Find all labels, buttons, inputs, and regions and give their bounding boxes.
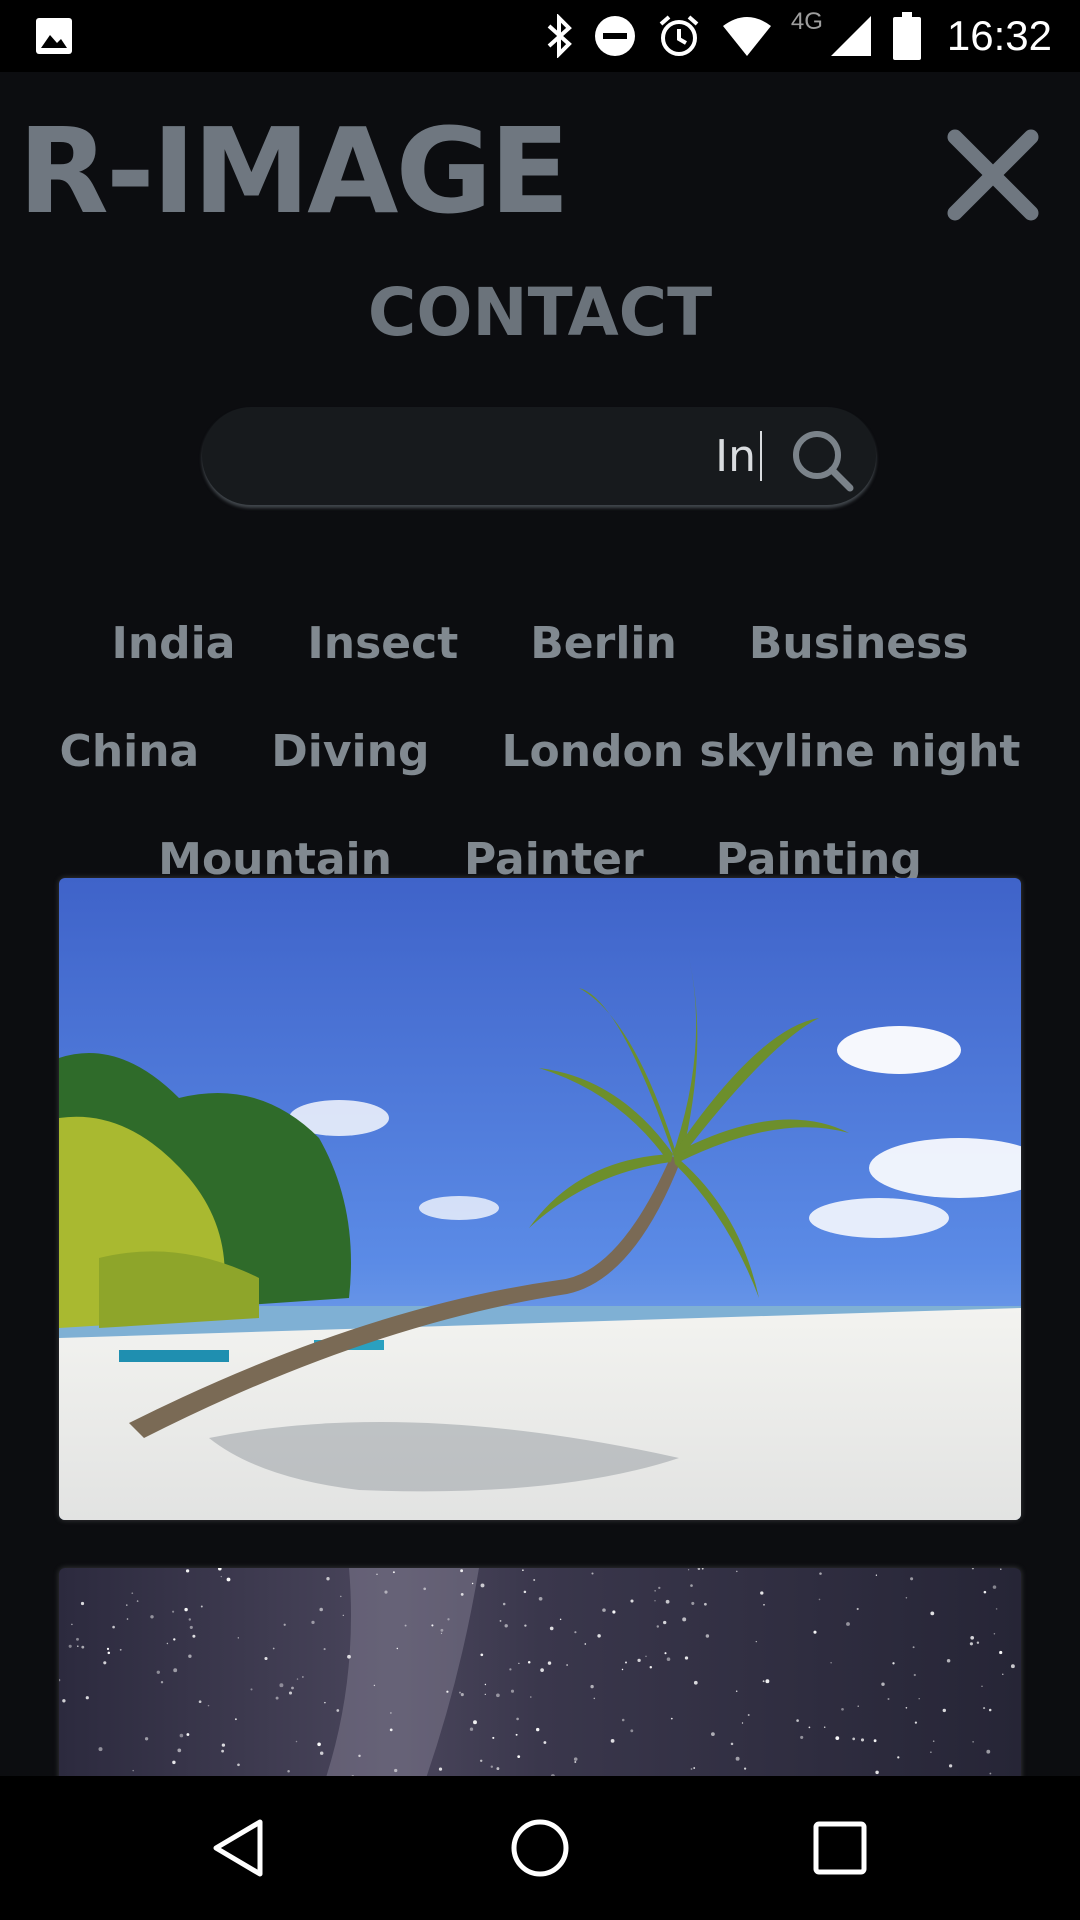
image-card-beach[interactable]: [59, 878, 1021, 1520]
beach-photo: [59, 878, 1021, 1520]
night-sky-photo: [59, 1568, 1021, 1776]
gallery-icon: [36, 18, 72, 54]
search-bar: [202, 407, 876, 505]
home-icon[interactable]: [508, 1816, 572, 1880]
signal-icon: [830, 16, 871, 56]
alarm-icon: [659, 15, 699, 56]
tag-india[interactable]: India: [111, 607, 235, 715]
image-card-night-sky[interactable]: [59, 1568, 1021, 1776]
tag-china[interactable]: China: [60, 715, 200, 823]
system-nav-bar: [0, 1776, 1080, 1920]
bluetooth-icon: [547, 14, 572, 58]
search-icon[interactable]: [787, 425, 857, 495]
network-type: 4G: [790, 8, 823, 35]
back-icon[interactable]: [208, 1816, 272, 1880]
brand-logo[interactable]: R-IMAGE: [18, 112, 570, 230]
wifi-icon: [722, 17, 771, 56]
clock: 16:32: [946, 12, 1052, 59]
battery-icon: [892, 12, 921, 60]
tag-insect[interactable]: Insect: [307, 607, 458, 715]
contact-link[interactable]: CONTACT: [0, 280, 1080, 346]
app-screen: R-IMAGE CONTACT India Insect Berlin Busi…: [0, 72, 1080, 1776]
tag-berlin[interactable]: Berlin: [530, 607, 677, 715]
tag-diving[interactable]: Diving: [271, 715, 429, 823]
tag-business[interactable]: Business: [749, 607, 969, 715]
status-bar: 4G 16:32: [0, 0, 1080, 72]
do-not-disturb-icon: [594, 16, 635, 56]
tag-london-skyline-night[interactable]: London skyline night: [501, 715, 1020, 823]
search-input[interactable]: [242, 407, 756, 505]
close-icon[interactable]: [945, 127, 1041, 223]
recents-icon[interactable]: [808, 1816, 872, 1880]
text-cursor: [760, 431, 762, 481]
